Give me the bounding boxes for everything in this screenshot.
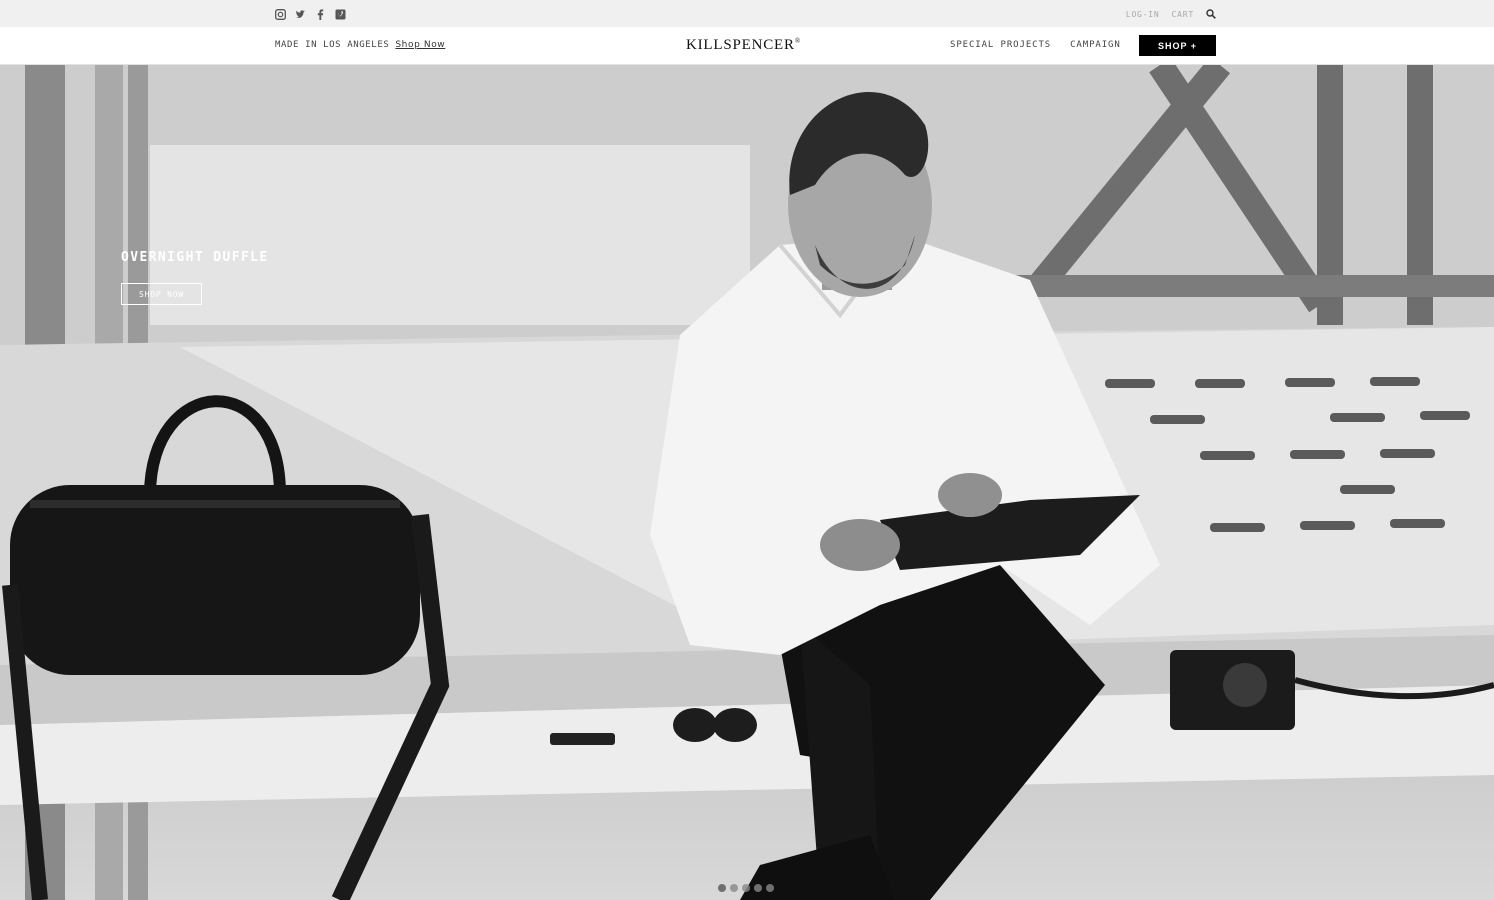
hero-photo <box>0 65 1494 900</box>
social-links <box>275 7 346 20</box>
primary-nav: SPECIAL PROJECTS CAMPAIGN <box>950 40 1121 50</box>
carousel-dot[interactable] <box>730 884 738 892</box>
hero-title: OVERNIGHT DUFFLE <box>121 250 269 265</box>
top-utility-bar: LOG-IN CART <box>0 0 1494 27</box>
tagline-text: MADE IN LOS ANGELES <box>275 40 390 50</box>
hero-banner[interactable]: OVERNIGHT DUFFLE SHOP NOW <box>0 65 1494 900</box>
nav-campaign[interactable]: CAMPAIGN <box>1070 40 1121 50</box>
tagline: MADE IN LOS ANGELES Shop Now <box>275 40 445 50</box>
registered-mark: ® <box>794 37 801 45</box>
nav-special-projects[interactable]: SPECIAL PROJECTS <box>950 40 1051 50</box>
brand-logo[interactable]: KILLSPENCER® <box>686 37 801 54</box>
account-links: LOG-IN CART <box>1126 9 1216 19</box>
carousel-dot[interactable] <box>766 884 774 892</box>
carousel-dot[interactable] <box>742 884 750 892</box>
cart-link[interactable]: CART <box>1172 10 1194 19</box>
twitter-icon[interactable] <box>295 7 306 19</box>
hero-shop-now-button[interactable]: SHOP NOW <box>121 283 202 305</box>
vimeo-icon[interactable] <box>335 7 346 20</box>
logo-text: KILLSPENCER <box>686 37 795 53</box>
main-header: MADE IN LOS ANGELES Shop Now KILLSPENCER®… <box>0 27 1494 65</box>
carousel-dots <box>718 884 774 892</box>
carousel-dot[interactable] <box>718 884 726 892</box>
search-icon[interactable] <box>1206 9 1216 19</box>
facebook-icon[interactable] <box>315 7 326 20</box>
shop-menu-button[interactable]: SHOP + <box>1139 35 1216 56</box>
shop-now-link[interactable]: Shop Now <box>395 40 445 50</box>
login-link[interactable]: LOG-IN <box>1126 10 1160 19</box>
carousel-dot[interactable] <box>754 884 762 892</box>
instagram-icon[interactable] <box>275 7 286 20</box>
